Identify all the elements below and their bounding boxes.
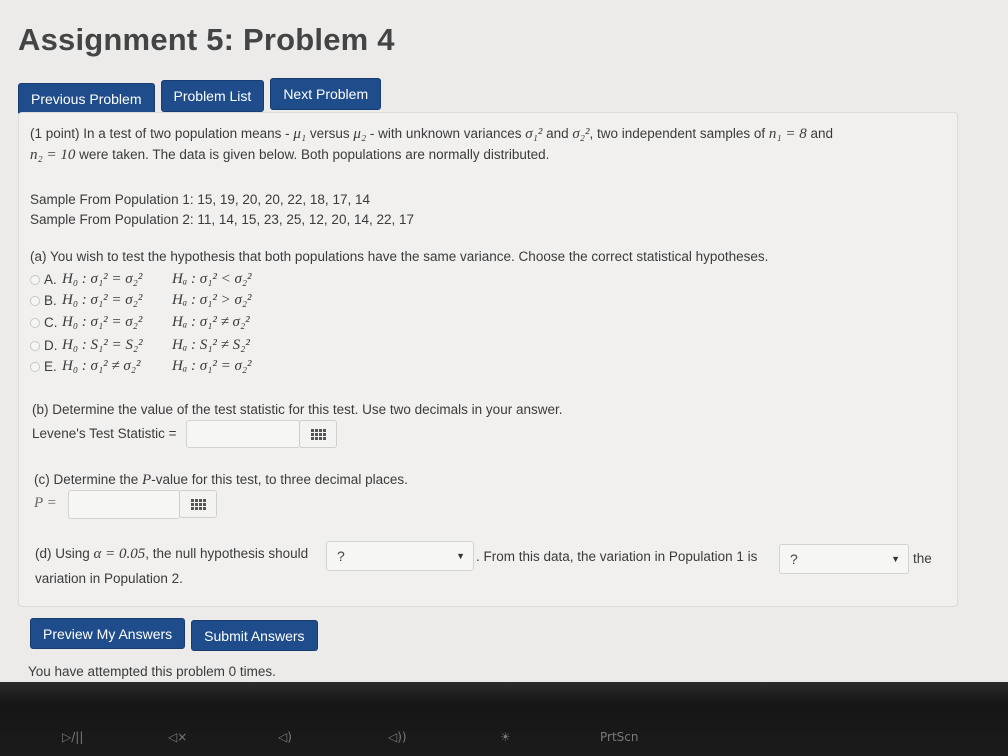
play-pause-key: ▷/|| xyxy=(62,730,84,744)
intro-text: and xyxy=(806,126,833,141)
equation-editor-button[interactable] xyxy=(299,420,337,448)
option-e[interactable]: E. H₀ : σ₁² ≠ σ₂² Hₐ : σ₁² = σ₂² xyxy=(30,358,252,375)
submit-answers-button[interactable]: Submit Answers xyxy=(191,620,318,651)
null-hypothesis: H₀ : σ₁² ≠ σ₂² xyxy=(62,358,141,374)
p-value-label: P = xyxy=(34,495,57,511)
select-value: ? xyxy=(337,548,345,564)
null-hypothesis: H₀ : σ₁² = σ₂² xyxy=(62,292,143,308)
answer-actions: Preview My Answers Submit Answers xyxy=(30,618,318,651)
p-symbol: P xyxy=(142,472,152,488)
page-title: Assignment 5: Problem 4 xyxy=(18,22,395,57)
option-letter: A. xyxy=(44,272,57,287)
n2-value: n₂ = 10 xyxy=(30,147,76,163)
attempt-count: You have attempted this problem 0 times. xyxy=(28,664,276,679)
option-letter: D. xyxy=(44,338,58,353)
radio-button[interactable] xyxy=(30,274,40,285)
option-letter: C. xyxy=(44,315,58,330)
part-b-question: (b) Determine the value of the test stat… xyxy=(32,402,563,417)
p-value-input[interactable] xyxy=(68,490,180,519)
problem-nav: Previous Problem Problem List Next Probl… xyxy=(18,78,382,115)
intro-text: and xyxy=(542,126,573,141)
volume-down-key: ◁) xyxy=(278,730,292,744)
option-c[interactable]: C. H₀ : σ₁² = σ₂² Hₐ : σ₁² ≠ σ₂² xyxy=(30,314,250,331)
grid-icon xyxy=(310,428,326,440)
mute-key: ◁× xyxy=(168,730,188,744)
part-c-question: (c) Determine the P-value for this test,… xyxy=(34,472,408,489)
mu1-symbol: μ₁ xyxy=(293,126,307,142)
part-c-text: (c) Determine the xyxy=(34,472,143,487)
alpha-value: α = 0.05 xyxy=(93,546,146,562)
radio-button[interactable] xyxy=(30,317,40,328)
dropdown-arrow-icon: ▼ xyxy=(891,554,900,564)
part-d-text-start: (d) Using α = 0.05, the null hypothesis … xyxy=(35,546,308,563)
variation-comparison-select[interactable]: ? ▼ xyxy=(779,544,909,574)
next-problem-button[interactable]: Next Problem xyxy=(270,78,382,110)
alternative-hypothesis: Hₐ : σ₁² ≠ σ₂² xyxy=(172,314,250,330)
sample-population-2: Sample From Population 2: 11, 14, 15, 23… xyxy=(30,212,415,227)
part-d-text: , the null hypothesis should xyxy=(145,546,309,561)
null-hypothesis: H₀ : σ₁² = σ₂² xyxy=(62,314,143,330)
radio-button[interactable] xyxy=(30,340,40,351)
option-b[interactable]: B. H₀ : σ₁² = σ₂² Hₐ : σ₁² > σ₂² xyxy=(30,292,252,309)
levene-statistic-input[interactable] xyxy=(186,420,300,448)
print-screen-key: PrtScn xyxy=(600,730,639,744)
sigma1-squared: σ₁² xyxy=(525,126,543,142)
brightness-key: ☀ xyxy=(500,730,511,744)
intro-text: - with unknown variances xyxy=(366,126,526,141)
equation-editor-button[interactable] xyxy=(179,490,217,518)
previous-problem-button[interactable]: Previous Problem xyxy=(18,83,155,115)
problem-list-button[interactable]: Problem List xyxy=(160,80,265,112)
select-value: ? xyxy=(790,551,798,567)
option-letter: B. xyxy=(44,293,57,308)
alternative-hypothesis: Hₐ : σ₁² < σ₂² xyxy=(172,271,252,287)
problem-intro-line1: (1 point) In a test of two population me… xyxy=(30,126,833,143)
intro-text: were taken. The data is given below. Bot… xyxy=(75,147,550,162)
part-c-text: -value for this test, to three decimal p… xyxy=(151,472,408,487)
laptop-keyboard-edge xyxy=(0,682,1008,756)
sigma2-squared: σ₂² xyxy=(572,126,590,142)
option-a[interactable]: A. H₀ : σ₁² = σ₂² Hₐ : σ₁² < σ₂² xyxy=(30,271,252,288)
sample-population-1: Sample From Population 1: 15, 19, 20, 20… xyxy=(30,192,370,207)
part-a-question: (a) You wish to test the hypothesis that… xyxy=(30,249,769,264)
alternative-hypothesis: Hₐ : σ₁² = σ₂² xyxy=(172,358,252,374)
dropdown-arrow-icon: ▼ xyxy=(456,551,465,561)
null-hypothesis-select[interactable]: ? ▼ xyxy=(326,541,474,571)
webwork-page: Assignment 5: Problem 4 Previous Problem… xyxy=(0,0,1008,690)
radio-button[interactable] xyxy=(30,361,40,372)
option-letter: E. xyxy=(44,359,57,374)
null-hypothesis: H₀ : σ₁² = σ₂² xyxy=(62,271,143,287)
part-d-text-middle: . From this data, the variation in Popul… xyxy=(476,549,758,564)
n1-value: n₁ = 8 xyxy=(768,126,807,142)
mu2-symbol: μ₂ xyxy=(353,126,367,142)
levene-statistic-label: Levene's Test Statistic = xyxy=(32,426,177,441)
intro-text: (1 point) In a test of two population me… xyxy=(30,126,294,141)
part-d-text: (d) Using xyxy=(35,546,94,561)
part-d-text-continued: variation in Population 2. xyxy=(35,571,183,586)
intro-text: versus xyxy=(306,126,354,141)
radio-button[interactable] xyxy=(30,295,40,306)
option-d[interactable]: D. H₀ : S₁² = S₂² Hₐ : S₁² ≠ S₂² xyxy=(30,337,250,354)
grid-icon xyxy=(190,498,206,510)
preview-answers-button[interactable]: Preview My Answers xyxy=(30,618,186,649)
alternative-hypothesis: Hₐ : S₁² ≠ S₂² xyxy=(172,337,250,353)
intro-text: , two independent samples of xyxy=(589,126,769,141)
problem-intro-line2: n₂ = 10 were taken. The data is given be… xyxy=(30,147,549,164)
null-hypothesis: H₀ : S₁² = S₂² xyxy=(62,337,143,353)
part-d-text-end: the xyxy=(913,551,932,566)
alternative-hypothesis: Hₐ : σ₁² > σ₂² xyxy=(172,292,252,308)
volume-up-key: ◁)) xyxy=(388,730,407,744)
